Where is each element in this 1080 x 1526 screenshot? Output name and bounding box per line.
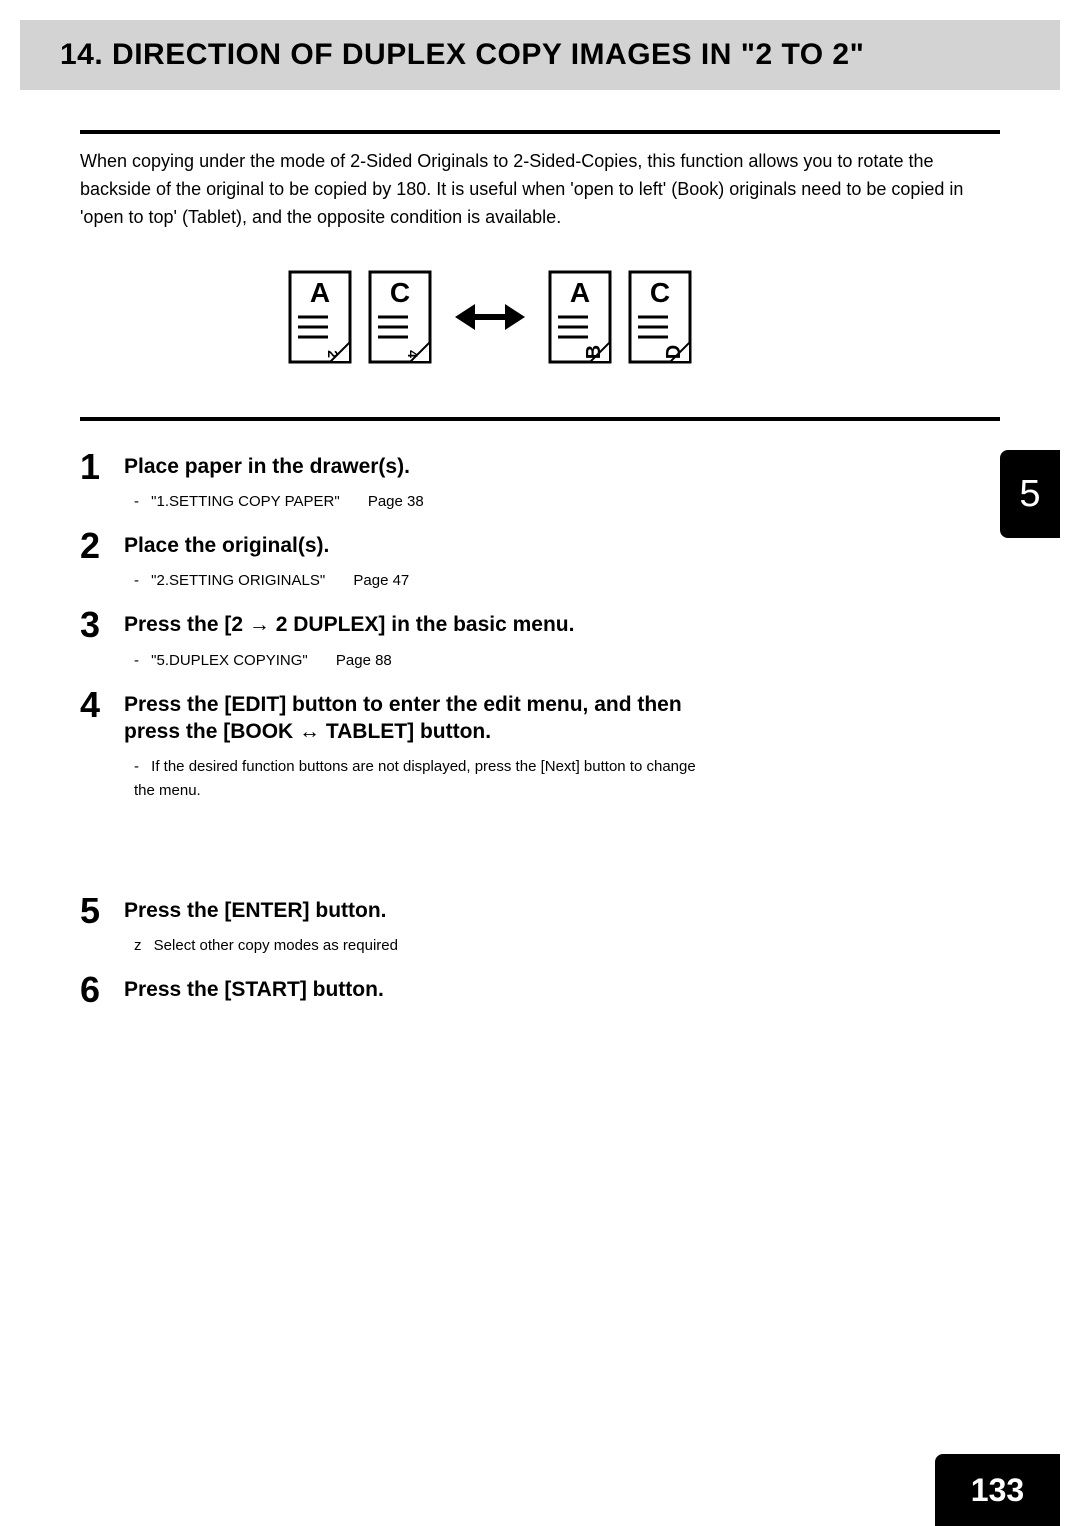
step-title: Place paper in the drawer(s).: [124, 453, 720, 480]
chapter-tab: 5: [1000, 450, 1060, 538]
step-title: Press the [START] button.: [124, 976, 720, 1003]
diagram-label: C: [390, 277, 410, 308]
diagram-label: A: [570, 277, 590, 308]
step-title: Press the [ENTER] button.: [124, 897, 720, 924]
diagram-label: 4: [405, 350, 421, 358]
divider-top: [80, 130, 1000, 134]
divider-mid: [80, 417, 1000, 421]
step-2: 2 Place the original(s). - "2.SETTING OR…: [80, 528, 720, 593]
step-number: 3: [80, 607, 124, 672]
step-number: 4: [80, 687, 124, 804]
step-number: 2: [80, 528, 124, 593]
step-number: 5: [80, 893, 124, 958]
section-header: 14. DIRECTION OF DUPLEX COPY IMAGES IN "…: [20, 20, 1060, 90]
section-title: 14. DIRECTION OF DUPLEX COPY IMAGES IN "…: [60, 38, 1060, 72]
step-4: 4 Press the [EDIT] button to enter the e…: [80, 687, 720, 804]
step-title: Place the original(s).: [124, 532, 720, 559]
step-subtext: - "1.SETTING COPY PAPER" Page 38: [134, 490, 720, 514]
page-content: When copying under the mode of 2-Sided O…: [80, 130, 1000, 1008]
step-subtext: - "2.SETTING ORIGINALS" Page 47: [134, 569, 720, 593]
diagram-label: A: [310, 277, 330, 308]
step-number: 6: [80, 972, 124, 1008]
step-title: Press the [EDIT] button to enter the edi…: [124, 691, 720, 746]
step-subtext: z Select other copy modes as required: [134, 934, 720, 958]
step-6: 6 Press the [START] button.: [80, 972, 720, 1008]
page-number: 133: [935, 1454, 1060, 1526]
step-3: 3 Press the [2 → 2 DUPLEX] in the basic …: [80, 607, 720, 672]
diagram-label: 2: [325, 350, 341, 358]
step-1: 1 Place paper in the drawer(s). - "1.SET…: [80, 449, 720, 514]
diagram-label: C: [650, 277, 670, 308]
step-number: 1: [80, 449, 124, 514]
step-subtext: - "5.DUPLEX COPYING" Page 88: [134, 649, 720, 673]
diagram-label: B: [583, 344, 605, 358]
intro-paragraph: When copying under the mode of 2-Sided O…: [80, 148, 1000, 232]
step-title: Press the [2 → 2 DUPLEX] in the basic me…: [124, 611, 720, 638]
diagram-illustration: A 2 C 4: [80, 262, 1000, 387]
steps-list: 1 Place paper in the drawer(s). - "1.SET…: [80, 449, 720, 1009]
step-5: 5 Press the [ENTER] button. z Select oth…: [80, 893, 720, 958]
diagram-label: D: [663, 344, 685, 358]
double-arrow-icon: [455, 304, 525, 330]
step-subtext: - If the desired function buttons are no…: [134, 755, 720, 803]
duplex-diagram-icon: A 2 C 4: [280, 262, 800, 382]
